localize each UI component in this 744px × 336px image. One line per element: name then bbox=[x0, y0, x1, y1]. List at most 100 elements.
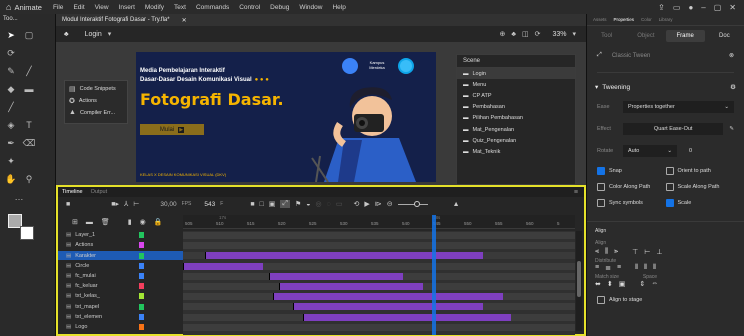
zoom-timeline-icon[interactable]: ⊝ bbox=[387, 200, 393, 208]
tab-color[interactable]: Color bbox=[641, 17, 652, 22]
layer-color-swatch[interactable] bbox=[139, 272, 145, 279]
layer-color-swatch[interactable] bbox=[139, 293, 145, 300]
center-stage-icon[interactable]: ⊕ bbox=[500, 30, 506, 38]
tweening-settings-icon[interactable]: ⚙ bbox=[730, 83, 736, 91]
scene-name[interactable]: Login bbox=[85, 31, 102, 38]
actions-item[interactable]: ✪ Actions bbox=[65, 95, 127, 107]
match-width-icon[interactable]: ⬌ bbox=[595, 280, 601, 288]
rectangle-tool-icon[interactable]: ▬ bbox=[22, 82, 36, 96]
tab-properties[interactable]: Properties bbox=[614, 17, 635, 22]
bucket-tool-icon[interactable]: ◈ bbox=[4, 118, 18, 132]
tab-output[interactable]: Output bbox=[91, 189, 108, 195]
layer-row[interactable]: ▤ txt_elemen bbox=[58, 313, 183, 321]
pen-tool-icon[interactable]: ✎ bbox=[4, 64, 18, 78]
option-scale[interactable]: Scale bbox=[665, 199, 735, 207]
menu-view[interactable]: View bbox=[90, 4, 114, 11]
brush-tool-icon[interactable]: ╱ bbox=[4, 100, 18, 114]
fit-timeline-icon[interactable]: ▲ bbox=[453, 201, 460, 208]
layer-color-swatch[interactable] bbox=[139, 303, 145, 310]
menu-help[interactable]: Help bbox=[327, 4, 350, 11]
layer-row[interactable]: ▤ Layer_1 bbox=[58, 231, 183, 239]
insert-keyframe-icon[interactable]: ■ bbox=[250, 201, 254, 208]
lasso-tool-icon[interactable]: ⟳ bbox=[4, 46, 18, 60]
tab-doc[interactable]: Doc bbox=[705, 30, 744, 42]
align-center-icon[interactable]: ⫼ bbox=[605, 248, 608, 256]
scroll-thumb[interactable] bbox=[577, 261, 581, 297]
layer-name[interactable]: txt_kelas_ bbox=[75, 293, 139, 299]
zoom-value[interactable]: 33% bbox=[552, 31, 566, 38]
frame-track[interactable] bbox=[183, 242, 575, 250]
selection-tool-icon[interactable]: ➤ bbox=[4, 28, 18, 42]
menu-modify[interactable]: Modify bbox=[140, 4, 169, 11]
layer-name[interactable]: txt_mapel bbox=[75, 304, 139, 310]
checkbox[interactable] bbox=[665, 199, 674, 207]
layer-name[interactable]: Logo bbox=[75, 324, 139, 330]
highlight-icon[interactable]: ▮ bbox=[128, 218, 132, 226]
match-height-icon[interactable]: ⬍ bbox=[607, 280, 613, 288]
scene-list-item[interactable]: ▬ CP ATP bbox=[457, 90, 575, 101]
visibility-icon[interactable]: ◉ bbox=[140, 218, 146, 226]
playhead[interactable] bbox=[432, 215, 436, 335]
space-horizontal-icon[interactable]: ⇔ bbox=[651, 280, 658, 288]
classic-tween-span[interactable] bbox=[303, 313, 511, 321]
layer-name[interactable]: Karakter bbox=[75, 253, 139, 259]
tween-name-field[interactable] bbox=[597, 65, 734, 73]
tab-timeline[interactable]: Timeline bbox=[62, 189, 83, 195]
layer-color-swatch[interactable] bbox=[139, 252, 145, 259]
ease-select[interactable]: Properties together ⌄ bbox=[623, 101, 734, 113]
new-layer-icon[interactable]: ⊞ bbox=[72, 218, 78, 226]
distribute-top-icon[interactable]: ≡ bbox=[595, 264, 599, 272]
menu-insert[interactable]: Insert bbox=[114, 4, 140, 11]
new-folder-icon[interactable]: ▬ bbox=[86, 219, 93, 226]
scene-list-item[interactable]: ▬ Mat_Pengenalan bbox=[457, 124, 575, 135]
layer-name[interactable]: fc_keluar bbox=[75, 283, 139, 289]
camera-tool-icon[interactable]: ■▸ bbox=[111, 200, 119, 208]
classic-tween-span[interactable] bbox=[279, 283, 423, 290]
option-color-along-path[interactable]: Color Along Path bbox=[597, 183, 666, 191]
insert-frame-icon[interactable]: ▣ bbox=[269, 200, 276, 208]
tweening-header[interactable]: ▾ Tweening ⚙ bbox=[587, 73, 744, 97]
camera-icon[interactable]: ■ bbox=[66, 201, 70, 208]
layer-row[interactable]: ▤ txt_kelas_ bbox=[58, 292, 183, 300]
layer-row[interactable]: ▤ txt_mapel bbox=[58, 302, 183, 310]
artboard[interactable]: Media Pembelajaran Interaktif Dasar-Dasa… bbox=[136, 52, 436, 182]
clip-icon[interactable]: ◫ bbox=[522, 30, 529, 38]
insert-blank-keyframe-icon[interactable]: □ bbox=[260, 201, 264, 208]
scene-list-item[interactable]: ▬ Quiz_Pengenalan bbox=[457, 135, 575, 146]
align-bottom-icon[interactable]: ⊥ bbox=[656, 248, 662, 256]
delete-layer-icon[interactable]: 🗑 bbox=[101, 218, 110, 226]
layer-color-swatch[interactable] bbox=[139, 313, 145, 320]
text-tool-icon[interactable]: T bbox=[22, 118, 36, 132]
onion-skin-outline-icon[interactable]: ◌ bbox=[327, 201, 331, 208]
checkbox[interactable] bbox=[597, 199, 605, 207]
option-orient-to-path[interactable]: Orient to path bbox=[665, 167, 735, 175]
distribute-bottom-icon[interactable]: ≡ bbox=[617, 264, 621, 272]
scene-list-item[interactable]: ▬ Pilihan Pembahasan bbox=[457, 113, 575, 124]
motion-tween-icon[interactable]: ⚑ bbox=[295, 200, 301, 208]
layer-row[interactable]: ▤ Circle bbox=[58, 262, 183, 270]
code-snippets-item[interactable]: ▤ Code Snippets bbox=[65, 81, 127, 95]
layer-row[interactable]: ▤ fc_keluar bbox=[58, 282, 183, 290]
lock-icon[interactable]: 🔒 bbox=[154, 218, 163, 226]
align-to-stage-row[interactable]: Align to stage bbox=[587, 294, 744, 306]
rotate-count[interactable]: 0 bbox=[689, 148, 692, 154]
layer-name[interactable]: Actions bbox=[75, 242, 139, 248]
eyedropper-tool-icon[interactable]: ✒ bbox=[4, 136, 18, 150]
frame-ruler[interactable]: 505 510 515 520 525 530 535 540 545 550 555 560 5 17s… bbox=[183, 215, 575, 229]
stage[interactable]: ▤ Code Snippets ✪ Actions ▲ Compiler Err… bbox=[56, 42, 586, 185]
option-sync-symbols[interactable]: Sync symbols bbox=[597, 199, 666, 207]
classic-tween-span[interactable] bbox=[183, 262, 263, 270]
layer-name[interactable]: Circle bbox=[75, 263, 139, 269]
close-button[interactable]: ✕ bbox=[729, 3, 736, 12]
menu-control[interactable]: Control bbox=[234, 4, 265, 11]
align-left-icon[interactable]: ⫷ bbox=[595, 248, 599, 256]
share-icon[interactable]: ⇪ bbox=[658, 3, 665, 12]
frame-track[interactable] bbox=[183, 232, 575, 239]
layer-name[interactable]: fc_mulai bbox=[75, 273, 139, 279]
menu-file[interactable]: File bbox=[48, 4, 68, 11]
current-frame[interactable]: 543 bbox=[204, 201, 215, 208]
classic-tween-span[interactable] bbox=[293, 303, 483, 311]
align-top-icon[interactable]: ⊤ bbox=[632, 248, 638, 256]
paint-tool-icon[interactable]: ◆ bbox=[4, 82, 18, 96]
loop-icon[interactable]: ⟲ bbox=[353, 200, 359, 208]
